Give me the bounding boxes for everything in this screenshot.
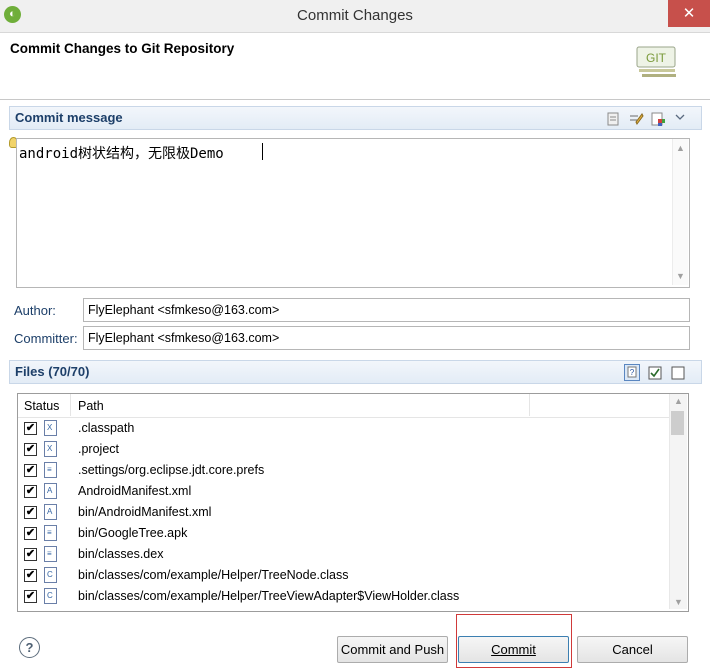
sign-off-icon[interactable] bbox=[650, 111, 666, 127]
author-label: Author: bbox=[14, 303, 56, 318]
text-caret bbox=[262, 143, 263, 160]
git-logo-icon: GIT bbox=[636, 46, 676, 77]
text-file-icon: ≡ bbox=[44, 525, 57, 541]
files-section-header bbox=[9, 360, 702, 384]
file-checkbox[interactable]: ✔ bbox=[24, 422, 37, 435]
file-checkbox[interactable]: ✔ bbox=[24, 443, 37, 456]
column-path[interactable]: Path bbox=[78, 399, 104, 413]
scroll-down-icon[interactable]: ▼ bbox=[671, 597, 686, 607]
commit-button[interactable]: Commit bbox=[458, 636, 569, 663]
file-path: bin/AndroidManifest.xml bbox=[78, 505, 212, 519]
edit-message-icon[interactable] bbox=[628, 111, 644, 127]
class-file-icon: C bbox=[44, 567, 57, 583]
committer-label: Committer: bbox=[14, 331, 78, 346]
deselect-all-icon[interactable] bbox=[671, 366, 685, 380]
files-table-header: Status Path bbox=[18, 394, 669, 418]
file-checkbox[interactable]: ✔ bbox=[24, 590, 37, 603]
file-checkbox[interactable]: ✔ bbox=[24, 527, 37, 540]
show-untracked-icon[interactable]: ? bbox=[624, 364, 640, 381]
select-all-icon[interactable] bbox=[648, 366, 662, 380]
column-status[interactable]: Status bbox=[24, 399, 59, 413]
close-icon[interactable]: ✕ bbox=[668, 0, 710, 27]
author-field[interactable]: FlyElephant <sfmkeso@163.com> bbox=[83, 298, 690, 322]
table-row[interactable]: ✔ X .project bbox=[18, 439, 669, 460]
file-path: .classpath bbox=[78, 421, 135, 435]
xml-file-icon: X bbox=[44, 420, 57, 436]
column-divider[interactable] bbox=[70, 394, 71, 416]
file-path: bin/classes/com/example/Helper/TreeViewA… bbox=[78, 589, 460, 603]
commit-message-title: Commit message bbox=[15, 110, 123, 125]
cancel-button[interactable]: Cancel bbox=[577, 636, 688, 663]
scroll-up-icon[interactable]: ▲ bbox=[671, 396, 686, 406]
text-file-icon: ≡ bbox=[44, 462, 57, 478]
table-row[interactable]: ✔ Cbin/classes/com/example/Helper/TreeNod… bbox=[18, 565, 669, 586]
chevron-down-icon[interactable] bbox=[674, 112, 686, 122]
file-path: bin/classes/com/example/Helper/TreeNode.… bbox=[78, 568, 349, 582]
manifest-file-icon: A bbox=[44, 483, 57, 499]
scroll-down-icon[interactable]: ▼ bbox=[673, 271, 688, 281]
help-icon[interactable]: ? bbox=[19, 637, 40, 658]
table-row[interactable]: ✔ A AndroidManifest.xml bbox=[18, 481, 669, 502]
class-file-icon: C bbox=[44, 588, 57, 604]
banner-title: Commit Changes to Git Repository bbox=[10, 41, 235, 56]
scroll-up-icon[interactable]: ▲ bbox=[673, 143, 688, 153]
table-row[interactable]: ✔ ≡ bin/classes.dex bbox=[18, 544, 669, 565]
files-title: Files (70/70) bbox=[15, 364, 90, 379]
file-checkbox[interactable]: ✔ bbox=[24, 506, 37, 519]
git-logo-text: GIT bbox=[646, 51, 667, 65]
window-title: Commit Changes bbox=[297, 7, 413, 24]
table-row[interactable]: ✔ ≡ bin/GoogleTree.apk bbox=[18, 523, 669, 544]
commit-message-text: android树状结构，无限极Demo bbox=[19, 146, 224, 162]
table-row[interactable]: ✔ X .classpath bbox=[18, 418, 669, 439]
table-row[interactable]: ✔ Abin/AndroidManifest.xml bbox=[18, 502, 669, 523]
file-checkbox[interactable]: ✔ bbox=[24, 485, 37, 498]
column-divider[interactable] bbox=[529, 394, 530, 416]
svg-text:?: ? bbox=[630, 368, 635, 377]
author-value: FlyElephant <sfmkeso@163.com> bbox=[88, 303, 280, 317]
file-path: bin/classes.dex bbox=[78, 547, 164, 561]
committer-field[interactable]: FlyElephant <sfmkeso@163.com> bbox=[83, 326, 690, 350]
file-path: AndroidManifest.xml bbox=[78, 484, 192, 498]
commit-and-push-button[interactable]: Commit and Push bbox=[337, 636, 448, 663]
table-row[interactable]: ✔ Cbin/classes/com/example/Helper/TreeVie… bbox=[18, 586, 669, 607]
scrollbar-thumb[interactable] bbox=[671, 411, 684, 435]
file-checkbox[interactable]: ✔ bbox=[24, 548, 37, 561]
history-icon[interactable] bbox=[605, 111, 621, 127]
table-row[interactable]: ✔ ≡ .settings/org.eclipse.jdt.core.prefs bbox=[18, 460, 669, 481]
commit-message-scrollbar[interactable]: ▲ ▼ bbox=[672, 139, 688, 285]
manifest-file-icon: A bbox=[44, 504, 57, 520]
xml-file-icon: X bbox=[44, 441, 57, 457]
committer-value: FlyElephant <sfmkeso@163.com> bbox=[88, 331, 280, 345]
text-file-icon: ≡ bbox=[44, 546, 57, 562]
file-path: bin/GoogleTree.apk bbox=[78, 526, 188, 540]
file-checkbox[interactable]: ✔ bbox=[24, 569, 37, 582]
file-checkbox[interactable]: ✔ bbox=[24, 464, 37, 477]
file-path: .project bbox=[78, 442, 119, 456]
file-path: .settings/org.eclipse.jdt.core.prefs bbox=[78, 463, 265, 477]
